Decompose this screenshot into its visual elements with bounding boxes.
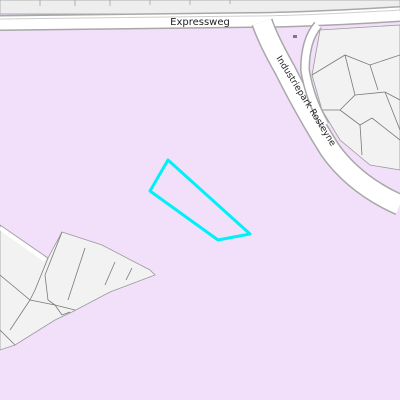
map-canvas[interactable]: Expressweg Industriepark Rosteyne [0, 0, 400, 400]
expressweg-label: Expressweg [170, 17, 230, 28]
